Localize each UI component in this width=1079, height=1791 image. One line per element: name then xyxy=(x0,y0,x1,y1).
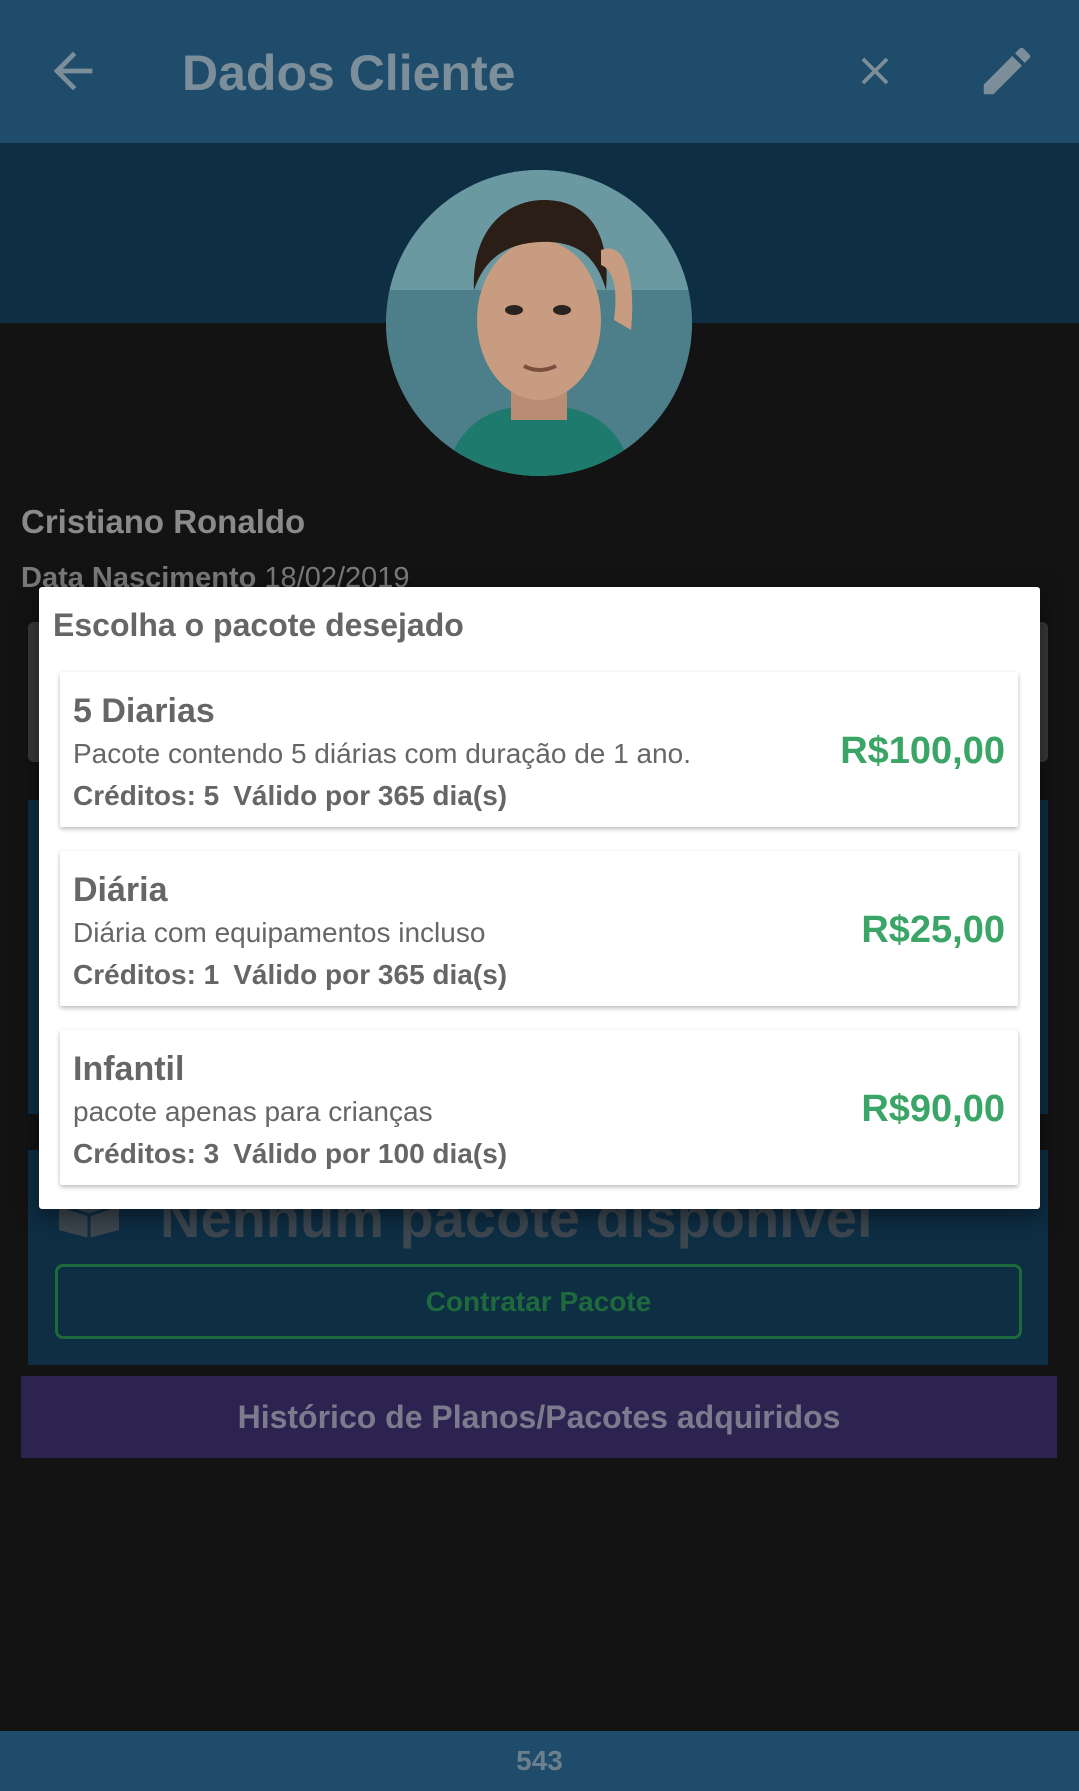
package-description: Diária com equipamentos incluso xyxy=(73,917,486,948)
bottom-bar: 543 xyxy=(0,1731,1079,1791)
package-name: Infantil xyxy=(73,1050,185,1088)
contract-package-button[interactable]: Contratar Pacote xyxy=(55,1264,1022,1339)
avatar[interactable] xyxy=(386,170,692,476)
package-meta: Créditos: 5 Válido por 365 dia(s) xyxy=(73,780,507,812)
package-meta: Créditos: 3 Válido por 100 dia(s) xyxy=(73,1138,507,1170)
package-description: Pacote contendo 5 diárias com duração de… xyxy=(73,738,691,769)
package-credits: Créditos: 5 xyxy=(73,780,220,811)
client-name: Cristiano Ronaldo xyxy=(21,503,306,540)
arrow-left-icon[interactable] xyxy=(44,42,102,100)
package-item-diaria[interactable]: Diária Diária com equipamentos incluso C… xyxy=(60,851,1018,1006)
package-price: R$90,00 xyxy=(861,1088,1005,1130)
package-description: pacote apenas para crianças xyxy=(73,1096,433,1127)
package-validity: Válido por 100 dia(s) xyxy=(233,1138,508,1169)
close-icon[interactable] xyxy=(852,48,898,94)
package-credits: Créditos: 1 xyxy=(73,959,220,990)
package-dialog: Escolha o pacote desejado 5 Diarias Paco… xyxy=(39,587,1040,1209)
page-title: Dados Cliente xyxy=(182,45,516,101)
app-bar: Dados Cliente xyxy=(0,0,1079,143)
history-button[interactable]: Histórico de Planos/Pacotes adquiridos xyxy=(21,1376,1057,1458)
pencil-icon[interactable] xyxy=(976,40,1038,102)
package-validity: Válido por 365 dia(s) xyxy=(233,780,508,811)
package-price: R$100,00 xyxy=(840,730,1005,772)
dialog-title: Escolha o pacote desejado xyxy=(53,607,464,643)
package-item-5-diarias[interactable]: 5 Diarias Pacote contendo 5 diárias com … xyxy=(60,672,1018,827)
package-price: R$25,00 xyxy=(861,909,1005,951)
package-item-infantil[interactable]: Infantil pacote apenas para crianças Cré… xyxy=(60,1030,1018,1185)
package-credits: Créditos: 3 xyxy=(73,1138,220,1169)
package-name: Diária xyxy=(73,871,168,909)
avatar-image xyxy=(386,170,692,476)
package-name: 5 Diarias xyxy=(73,692,215,730)
package-meta: Créditos: 1 Válido por 365 dia(s) xyxy=(73,959,507,991)
package-validity: Válido por 365 dia(s) xyxy=(233,959,508,990)
